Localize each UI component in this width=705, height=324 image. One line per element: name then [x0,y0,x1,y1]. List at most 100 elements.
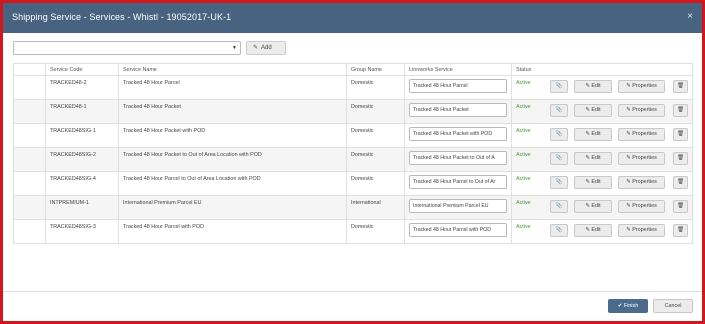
row-select-cell[interactable] [13,171,46,196]
dialog-title: Shipping Service - Services - Whistl - 1… [12,12,232,22]
status-cell: Active 📎 ✎ Edit ✎ Properties 🗑 [511,123,693,148]
table-row: TRACKED48SIG-1 Tracked 48 Hour Packet wit… [13,123,693,148]
status-badge: Active [516,152,531,158]
delete-button[interactable]: 🗑 [673,200,688,213]
properties-button[interactable]: ✎ Properties [618,176,665,189]
linnworks-service-cell: International Premium Parcel EU [404,195,512,220]
pencil-icon: ✎ [585,155,590,161]
close-icon[interactable]: × [687,11,693,22]
delete-button[interactable]: 🗑 [673,224,688,237]
group-name: Domestic [346,123,405,148]
paperclip-icon: 📎 [555,179,563,185]
properties-button-label: Properties [632,155,657,161]
row-select-cell[interactable] [13,219,46,244]
pencil-icon: ✎ [585,83,590,89]
linnworks-service-cell: Tracked 48 Hour Parcel to Out of Ar [404,171,512,196]
service-code: TRACKED48SIG-1 [45,123,119,148]
link-button[interactable]: 📎 [550,152,568,165]
linnworks-service-input[interactable]: Tracked 48 Hour Parcel with POD [409,223,507,237]
row-actions: Active 📎 ✎ Edit ✎ Properties 🗑 [516,128,688,142]
edit-button[interactable]: ✎ Edit [574,104,612,117]
finish-button[interactable]: ✔ Finish [608,299,648,313]
paperclip-icon: 📎 [555,107,563,113]
properties-button[interactable]: ✎ Properties [618,128,665,141]
edit-button-label: Edit [591,179,601,185]
properties-button-label: Properties [632,203,657,209]
table-row: TRACKED48SIG-3 Tracked 48 Hour Parcel wit… [13,219,693,244]
group-name: Domestic [346,147,405,172]
delete-button[interactable]: 🗑 [673,128,688,141]
edit-button[interactable]: ✎ Edit [574,176,612,189]
table-header-row: Service Code Service Name Group Name Lin… [13,63,693,76]
properties-button[interactable]: ✎ Properties [618,80,665,93]
pencil-icon: ✎ [626,131,631,137]
link-button[interactable]: 📎 [550,128,568,141]
delete-button[interactable]: 🗑 [673,80,688,93]
link-button[interactable]: 📎 [550,104,568,117]
trash-icon: 🗑 [677,179,684,185]
properties-button-label: Properties [632,227,657,233]
service-code: TRACKED48-1 [45,99,119,124]
link-button[interactable]: 📎 [550,200,568,213]
service-name: International Premium Parcel EU [118,195,347,220]
service-name: Tracked 48 Hour Packet [118,99,347,124]
linnworks-service-input[interactable]: Tracked 48 Hour Packet with POD [409,127,507,141]
linnworks-service-cell: Tracked 48 Hour Parcel with POD [404,219,512,244]
pencil-icon: ✎ [253,45,259,51]
delete-button[interactable]: 🗑 [673,176,688,189]
dialog-frame: Shipping Service - Services - Whistl - 1… [0,0,705,324]
linnworks-service-input[interactable]: International Premium Parcel EU [409,199,507,213]
row-select-cell[interactable] [13,195,46,220]
properties-button[interactable]: ✎ Properties [618,152,665,165]
edit-button-label: Edit [591,107,601,113]
paperclip-icon: 📎 [555,203,563,209]
linnworks-service-cell: Tracked 48 Hour Packet with POD [404,123,512,148]
group-name: International [346,195,405,220]
trash-icon: 🗑 [677,83,684,89]
linnworks-service-cell: Tracked 48 Hour Packet to Out of A [404,147,512,172]
pencil-icon: ✎ [626,107,631,113]
add-button-label: Add [261,45,272,51]
cancel-button-label: Cancel [664,303,682,309]
edit-button[interactable]: ✎ Edit [574,80,612,93]
properties-button[interactable]: ✎ Properties [618,200,665,213]
linnworks-service-input[interactable]: Tracked 48 Hour Packet [409,103,507,117]
status-cell: Active 📎 ✎ Edit ✎ Properties 🗑 [511,75,693,100]
edit-button[interactable]: ✎ Edit [574,128,612,141]
status-badge: Active [516,104,531,110]
edit-button[interactable]: ✎ Edit [574,152,612,165]
add-button[interactable]: ✎ Add [246,41,286,55]
delete-button[interactable]: 🗑 [673,152,688,165]
link-button[interactable]: 📎 [550,224,568,237]
edit-button[interactable]: ✎ Edit [574,224,612,237]
edit-button[interactable]: ✎ Edit [574,200,612,213]
linnworks-service-input[interactable]: Tracked 48 Hour Parcel [409,79,507,93]
status-cell: Active 📎 ✎ Edit ✎ Properties 🗑 [511,171,693,196]
row-select-cell[interactable] [13,123,46,148]
service-select[interactable]: ▼ [13,41,241,55]
cancel-button[interactable]: Cancel [653,299,693,313]
row-select-cell[interactable] [13,147,46,172]
paperclip-icon: 📎 [555,155,563,161]
properties-button-label: Properties [632,131,657,137]
column-header-linnworks-service: Linnworks Service [404,63,512,76]
edit-button-label: Edit [591,155,601,161]
link-button[interactable]: 📎 [550,80,568,93]
row-select-cell[interactable] [13,99,46,124]
edit-button-label: Edit [591,227,601,233]
status-badge: Active [516,224,531,230]
linnworks-service-input[interactable]: Tracked 48 Hour Parcel to Out of Ar [409,175,507,189]
pencil-icon: ✎ [585,107,590,113]
delete-button[interactable]: 🗑 [673,104,688,117]
service-code: INTPREMIUM-1 [45,195,119,220]
edit-button-label: Edit [591,131,601,137]
link-button[interactable]: 📎 [550,176,568,189]
properties-button[interactable]: ✎ Properties [618,104,665,117]
status-cell: Active 📎 ✎ Edit ✎ Properties 🗑 [511,99,693,124]
column-header-group-name: Group Name [346,63,405,76]
linnworks-service-input[interactable]: Tracked 48 Hour Packet to Out of A [409,151,507,165]
paperclip-icon: 📎 [555,83,563,89]
properties-button[interactable]: ✎ Properties [618,224,665,237]
column-header-service-name: Service Name [118,63,347,76]
row-select-cell[interactable] [13,75,46,100]
